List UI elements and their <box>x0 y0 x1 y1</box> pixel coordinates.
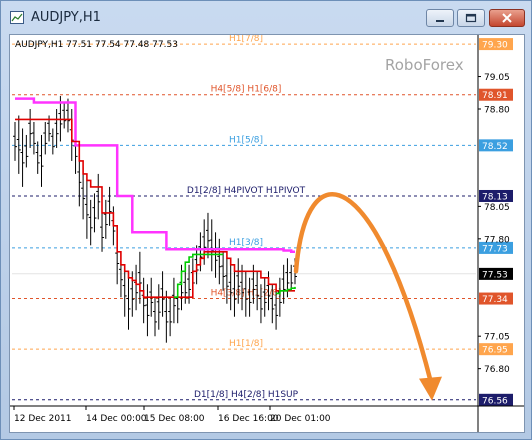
level-label: H1[3/8] <box>229 238 263 248</box>
close-button[interactable] <box>489 9 525 27</box>
maximize-button[interactable] <box>457 9 485 27</box>
chart-window: AUDJPY,H1 H1[7/8] 79.30 H4[5/8] H1[6/8] 78.… <box>0 0 532 440</box>
level-label: D1[2/8] H4PIVOT H1PIVOT <box>187 186 306 196</box>
y-tick-label: 79.05 <box>484 73 510 83</box>
level-label: H1[7/8] <box>229 35 263 44</box>
level-price-label: 77.34 <box>482 295 508 305</box>
forecast-arrow-curve <box>293 192 434 385</box>
chart-header: AUDJPY,H1 77.51 77.54 77.48 77.53 <box>15 40 178 50</box>
level-price-label: 78.91 <box>482 91 508 101</box>
y-tick-label: 77.05 <box>484 333 510 343</box>
minimize-icon <box>436 20 444 22</box>
level-price-label: 76.95 <box>482 346 508 356</box>
y-tick-label: 78.05 <box>484 203 510 213</box>
title-bar[interactable]: AUDJPY,H1 <box>1 1 531 33</box>
level-price-label: 78.13 <box>482 192 508 202</box>
x-tick-label: 14 Dec 00:00 <box>86 414 147 424</box>
watermark: RoboForex <box>385 56 464 74</box>
level-price-label: 78.52 <box>482 142 508 152</box>
forecast-arrow-head <box>419 376 442 401</box>
x-tick-label: 15 Dec 08:00 <box>144 414 205 424</box>
maximize-icon <box>465 13 477 23</box>
level-label: D1[1/8] H4[2/8] H1SUP <box>194 390 299 400</box>
chart-area[interactable]: H1[7/8] 79.30 H4[5/8] H1[6/8] 78.91 H1[5/8] 7… <box>9 34 525 433</box>
level-label: H4[5/8] H1[6/8] <box>211 85 282 95</box>
x-tick-label: 20 Dec 01:00 <box>270 414 331 424</box>
current-price-label: 77.53 <box>482 270 508 280</box>
window-title: AUDJPY,H1 <box>31 10 101 25</box>
y-tick-label: 76.80 <box>484 365 510 375</box>
level-label: H1[1/8] <box>229 339 263 349</box>
level-price-label: 79.30 <box>482 41 508 51</box>
level-label: H1[5/8] <box>229 135 263 145</box>
close-icon <box>502 13 512 23</box>
level-price-label: 76.56 <box>482 396 508 406</box>
price-chart[interactable]: H1[7/8] 79.30 H4[5/8] H1[6/8] 78.91 H1[5/8] 7… <box>10 34 524 432</box>
level-price-label: 77.73 <box>482 244 508 254</box>
minimize-button[interactable] <box>426 9 454 27</box>
chart-window-icon <box>10 11 24 24</box>
y-tick-label: 77.80 <box>484 235 510 245</box>
y-tick-label: 78.80 <box>484 106 510 116</box>
x-tick-label: 12 Dec 2011 <box>14 414 72 424</box>
